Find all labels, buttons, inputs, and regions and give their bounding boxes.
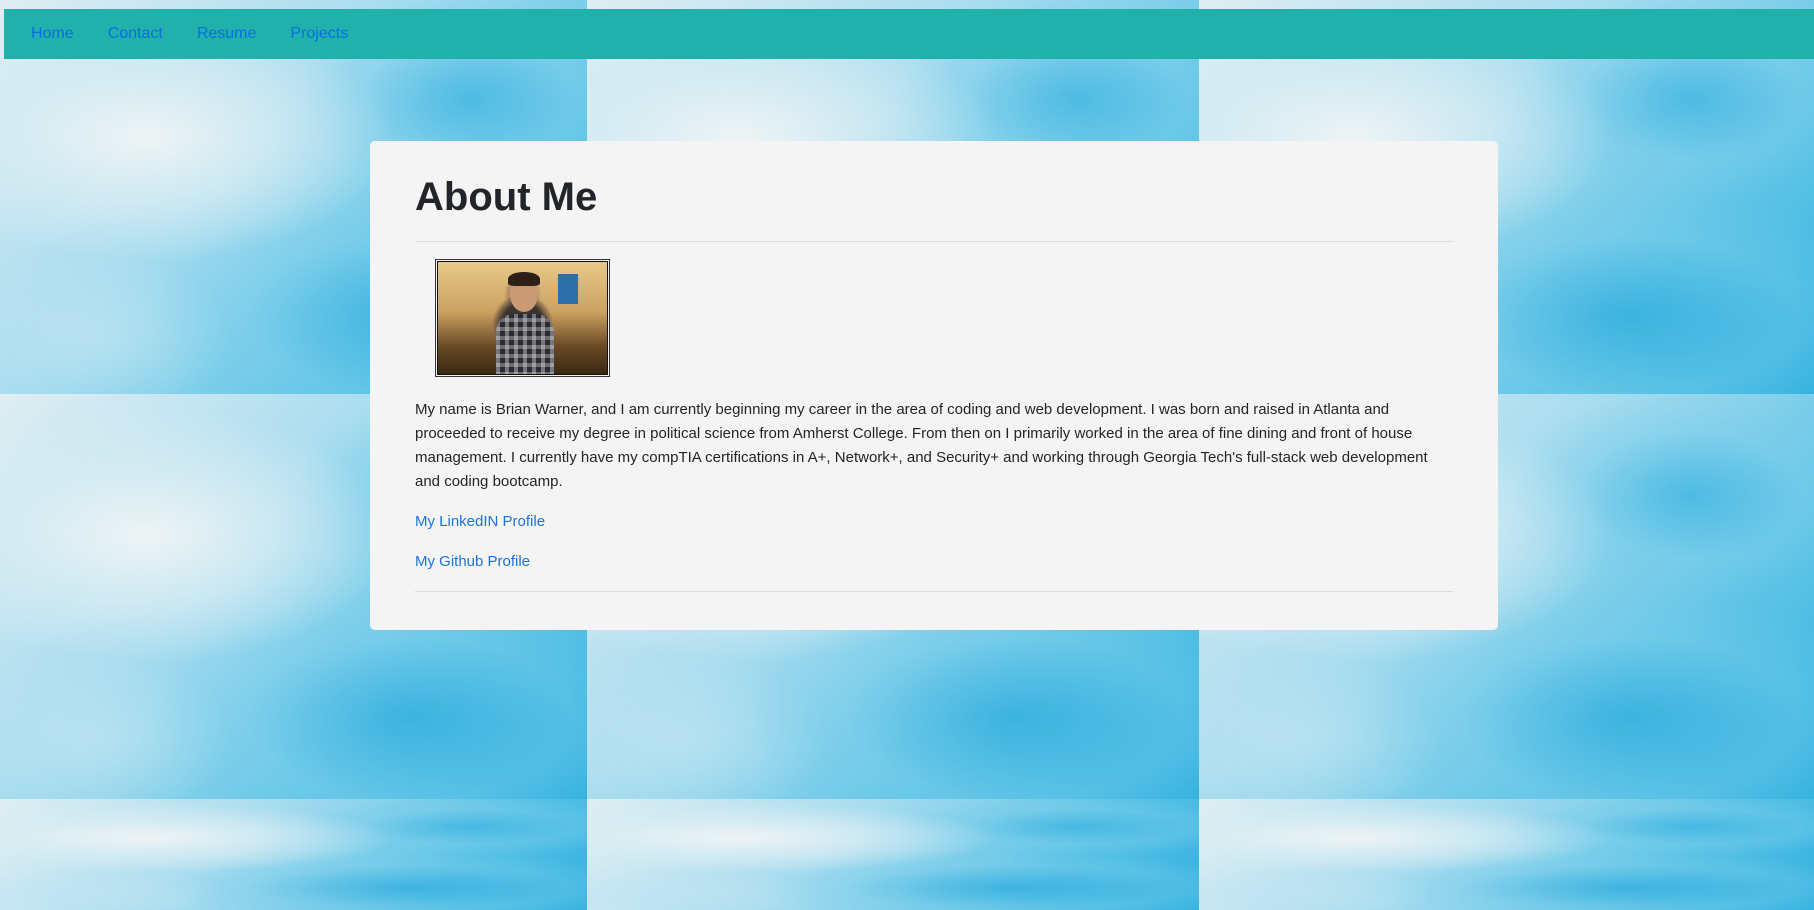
photo-person-hair — [508, 272, 540, 286]
github-profile-link[interactable]: My Github Profile — [415, 552, 1453, 572]
divider-bottom — [415, 591, 1453, 592]
page-title: About Me — [415, 175, 598, 219]
about-me-card: About Me My name is Brian Warner, and I … — [370, 141, 1498, 630]
profile-photo — [435, 259, 610, 377]
nav-link-home[interactable]: Home — [31, 25, 74, 43]
photo-background-window — [558, 274, 578, 304]
divider-top — [415, 241, 1453, 242]
background-tile — [587, 799, 1199, 910]
background-tile — [0, 799, 587, 910]
nav-link-contact[interactable]: Contact — [108, 25, 163, 43]
profile-photo-image — [437, 261, 608, 375]
top-navbar: Home Contact Resume Projects — [4, 9, 1814, 59]
background-tile — [1199, 799, 1814, 910]
photo-person-shirt — [496, 314, 554, 374]
bio-paragraph: My name is Brian Warner, and I am curren… — [415, 401, 1428, 490]
nav-link-projects[interactable]: Projects — [290, 25, 348, 43]
nav-link-resume[interactable]: Resume — [197, 25, 257, 43]
linkedin-profile-link[interactable]: My LinkedIN Profile — [415, 512, 1453, 532]
